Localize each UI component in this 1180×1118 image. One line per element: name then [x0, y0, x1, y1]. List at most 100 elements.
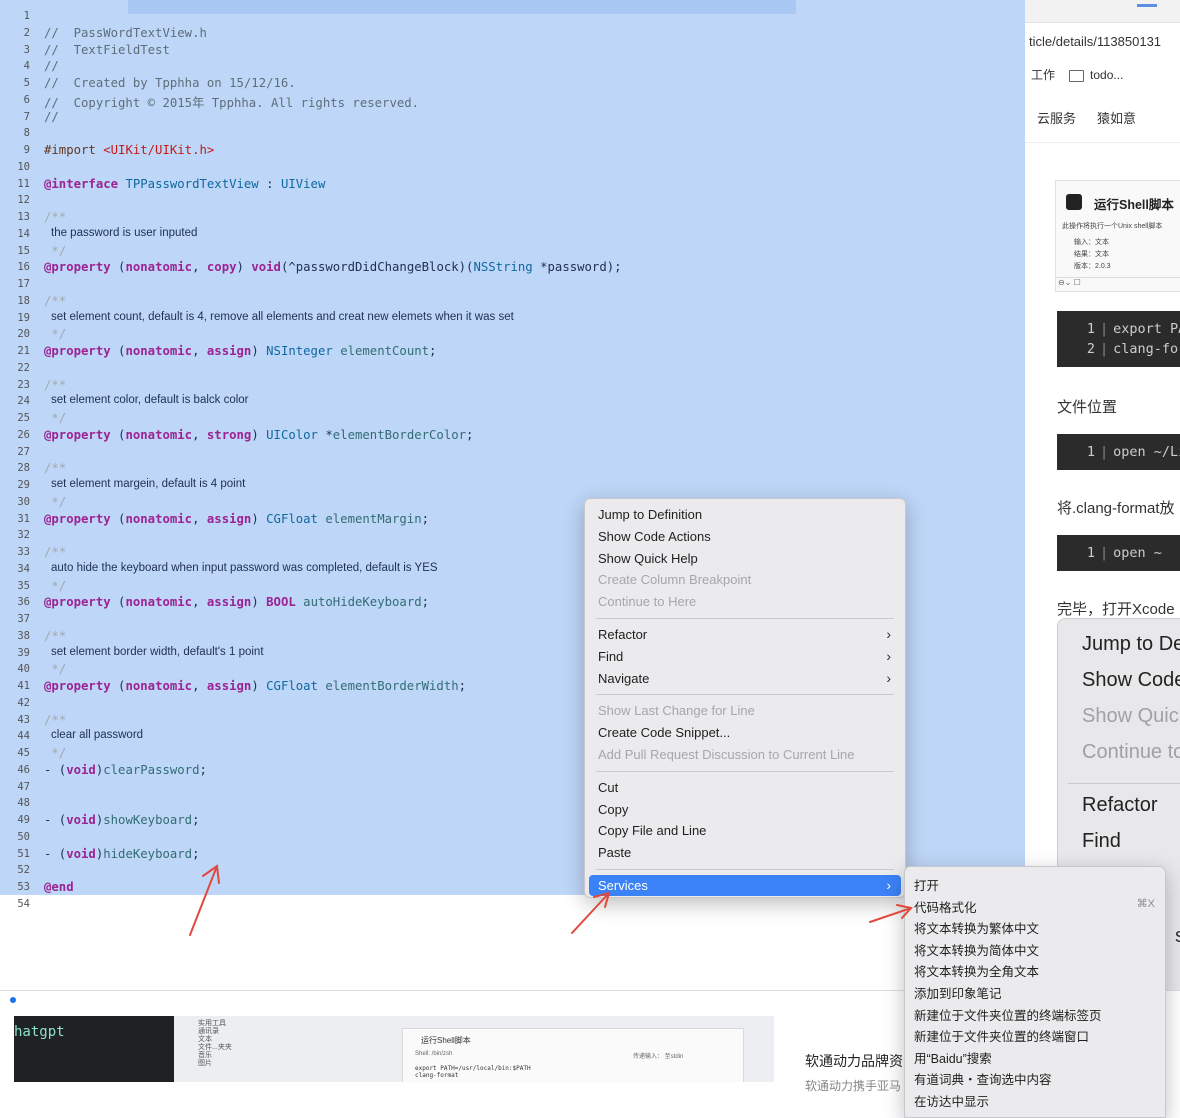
line-number: 7: [23, 110, 30, 123]
doc-comment-line[interactable]: set element border width, default's 1 po…: [51, 646, 264, 658]
line-number: 43: [17, 713, 30, 726]
service-item[interactable]: 将文本转换为简体中文: [913, 937, 1157, 958]
code-line[interactable]: @interface TPPasswordTextView : UIView: [44, 177, 325, 191]
code-line[interactable]: */: [44, 244, 66, 258]
active-tab-indicator: [1137, 4, 1157, 7]
code-line[interactable]: /**: [44, 545, 66, 559]
menu-item-create-column-breakpoint: Create Column Breakpoint: [589, 569, 901, 590]
doc-comment-line[interactable]: the password is user inputed: [51, 227, 197, 239]
service-item[interactable]: 新建位于文件夹位置的终端标签页: [913, 1002, 1157, 1023]
line-number: 4: [23, 60, 30, 73]
menu-item-label: Refactor: [598, 627, 648, 642]
code-line[interactable]: @property (nonatomic, copy) void(^passwo…: [44, 260, 622, 274]
menu-item-jump-to-definition[interactable]: Jump to Definition: [589, 504, 901, 525]
shell-card-desc: 此操作将执行一个Unix shell脚本: [1062, 223, 1163, 230]
line-number: 26: [17, 428, 30, 441]
service-item[interactable]: 将文本转换为繁体中文: [913, 915, 1157, 936]
service-item-label: 将文本转换为全角文本: [914, 965, 1040, 980]
service-item-label: 在访达中显示: [914, 1095, 990, 1109]
line-number: 29: [17, 479, 30, 491]
browser-tab-bar[interactable]: [1025, 0, 1180, 23]
code-line[interactable]: // Created by Tpphha on 15/12/16.: [44, 76, 296, 90]
code-line[interactable]: /**: [44, 713, 66, 727]
code-line[interactable]: */: [44, 746, 66, 760]
service-item[interactable]: 代码格式化 ⌘X: [913, 894, 1157, 915]
mini-menu-item: Show Quick Help: [1082, 705, 1180, 727]
code-token: ): [251, 595, 267, 610]
doc-comment-line[interactable]: clear all password: [51, 729, 143, 741]
menu-separator: [596, 694, 894, 696]
code-line[interactable]: */: [44, 579, 66, 593]
code-line[interactable]: // Copyright © 2015年 Tpphha. All rights …: [44, 93, 419, 111]
doc-comment-line[interactable]: set element color, default is balck colo…: [51, 394, 249, 406]
code-token: :: [258, 176, 281, 191]
ad-block[interactable]: 软通动力品牌资 软通动力携手亚马: [805, 1051, 903, 1094]
code-line[interactable]: */: [44, 411, 66, 425]
code-block-export: 1 |export PATH 2 |clang-format: [1057, 311, 1180, 367]
menu-item-create-code-snippet[interactable]: Create Code Snippet...: [589, 722, 901, 743]
code-token: auto hide the keyboard when input passwo…: [51, 561, 438, 574]
line-number: 36: [17, 596, 30, 609]
service-item[interactable]: 用“Baidu”搜索: [913, 1045, 1157, 1066]
code-line[interactable]: @property (nonatomic, assign) CGFloat el…: [44, 512, 429, 526]
code-line[interactable]: - (void)showKeyboard;: [44, 813, 200, 827]
code-line[interactable]: - (void)hideKeyboard;: [44, 847, 200, 861]
code-line[interactable]: */: [44, 495, 66, 509]
code-line[interactable]: @property (nonatomic, assign) CGFloat el…: [44, 679, 466, 693]
code-token: #import: [44, 143, 104, 157]
menu-item-show-code-actions[interactable]: Show Code Actions: [589, 526, 901, 547]
line-number: 50: [17, 830, 30, 843]
service-item[interactable]: 将文本转换为全角文本: [913, 958, 1157, 979]
nav-item-cloud[interactable]: 云服务: [1037, 108, 1076, 127]
code-line[interactable]: @property (nonatomic, strong) UIColor *e…: [44, 428, 473, 442]
code-line[interactable]: */: [44, 662, 66, 676]
file-location-heading: 文件位置: [1057, 399, 1118, 416]
menu-item-navigate[interactable]: Navigate ›: [589, 668, 901, 689]
code-line[interactable]: */: [44, 327, 66, 341]
code-line[interactable]: //: [44, 110, 59, 124]
code-line[interactable]: // PassWordTextView.h: [44, 26, 207, 40]
ad-title[interactable]: 软通动力品牌资: [805, 1051, 903, 1071]
menu-item-paste[interactable]: Paste: [589, 842, 901, 863]
code-line[interactable]: /**: [44, 294, 66, 308]
menu-item-services[interactable]: Services ›: [589, 875, 901, 896]
code-line[interactable]: //: [44, 59, 59, 73]
service-item[interactable]: 打开: [913, 872, 1157, 893]
menu-item-copy[interactable]: Copy: [589, 799, 901, 820]
shell-card-controls[interactable]: ⊖⌄ ☐: [1056, 277, 1180, 291]
nav-item-yuanruyi[interactable]: 猿如意: [1097, 108, 1136, 127]
code-line[interactable]: /**: [44, 378, 66, 392]
bookmark-todo[interactable]: todo...: [1090, 68, 1123, 82]
menu-item-copy-file-and-line[interactable]: Copy File and Line: [589, 820, 901, 841]
code-token: (: [110, 595, 126, 610]
code-token: ;: [466, 427, 474, 442]
menu-item-show-quick-help[interactable]: Show Quick Help: [589, 548, 901, 569]
service-item[interactable]: 有道词典・查询选中内容: [913, 1066, 1157, 1087]
code-line[interactable]: // TextFieldTest: [44, 43, 170, 57]
menu-item-find[interactable]: Find ›: [589, 646, 901, 667]
code-token: ,: [192, 344, 207, 358]
code-line[interactable]: @property (nonatomic, assign) BOOL autoH…: [44, 595, 429, 609]
mini-menu-item: Jump to Definition: [1082, 633, 1180, 655]
service-item[interactable]: 在访达中显示: [913, 1088, 1157, 1109]
bookmark-work[interactable]: 工作: [1031, 68, 1055, 82]
code-line[interactable]: - (void)clearPassword;: [44, 763, 207, 777]
code-line[interactable]: #import <UIKit/UIKit.h>: [44, 143, 214, 157]
code-line[interactable]: @end: [44, 880, 74, 894]
menu-item-label: Create Column Breakpoint: [598, 572, 752, 588]
code-line[interactable]: /**: [44, 629, 66, 643]
doc-comment-line[interactable]: set element count, default is 4, remove …: [51, 311, 514, 323]
doc-comment-line[interactable]: auto hide the keyboard when input passwo…: [51, 562, 438, 574]
code-line[interactable]: /**: [44, 461, 66, 475]
line-number: 27: [17, 445, 30, 458]
menu-item-refactor[interactable]: Refactor ›: [589, 624, 901, 645]
service-item[interactable]: 添加到印象笔记: [913, 980, 1157, 1001]
code-line[interactable]: @property (nonatomic, assign) NSInteger …: [44, 344, 436, 358]
code-line[interactable]: /**: [44, 210, 66, 224]
url-bar[interactable]: ticle/details/113850131: [1029, 34, 1161, 49]
doc-comment-line[interactable]: set element margein, default is 4 point: [51, 478, 245, 490]
service-item[interactable]: 新建位于文件夹位置的终端窗口: [913, 1023, 1157, 1044]
menu-item-cut[interactable]: Cut: [589, 777, 901, 798]
line-number: 8: [23, 127, 30, 140]
menu-separator: [596, 869, 894, 870]
